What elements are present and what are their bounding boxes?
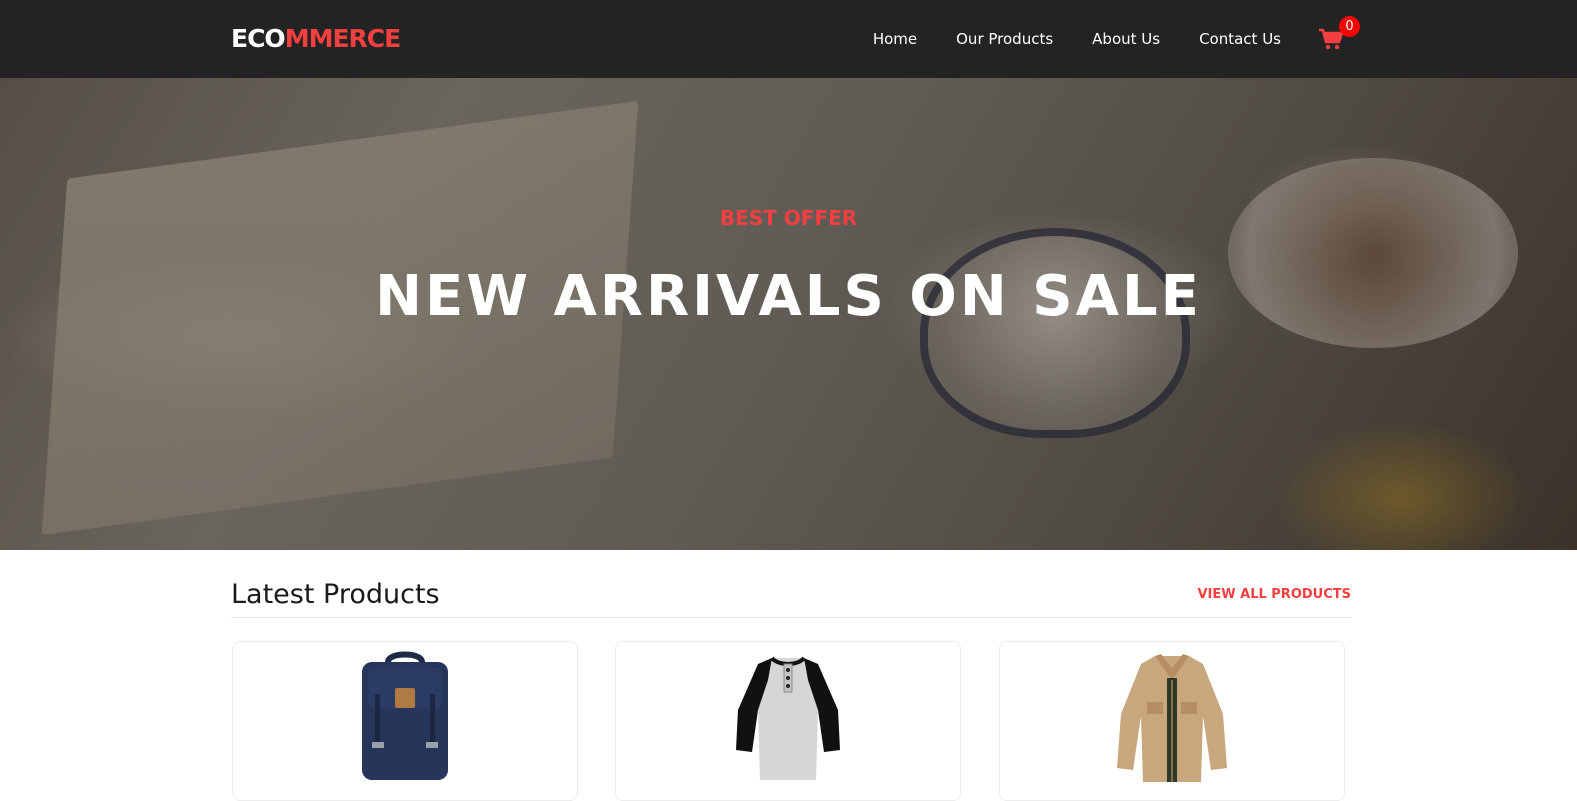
raglan-shirt-image	[736, 656, 840, 780]
product-card[interactable]	[232, 641, 578, 801]
brand-part-white: ECO	[231, 24, 286, 53]
brand-part-red: MMERCE	[284, 24, 402, 53]
brand-logo[interactable]: ECOMMERCE	[231, 24, 402, 54]
nav-our-products[interactable]: Our Products	[956, 28, 1053, 50]
view-all-products-link[interactable]: VIEW ALL PRODUCTS	[1197, 586, 1351, 604]
khaki-jacket-image	[1117, 654, 1227, 782]
cart-count-badge: 0	[1339, 16, 1360, 37]
product-card[interactable]	[615, 641, 961, 801]
backpack-image	[362, 651, 448, 780]
product-card[interactable]	[999, 641, 1345, 801]
nav-home[interactable]: Home	[873, 28, 917, 50]
cart-button[interactable]: 0	[1318, 16, 1360, 54]
hero-tagline: BEST OFFER	[719, 206, 858, 230]
nav-about-us[interactable]: About Us	[1092, 28, 1160, 50]
nav-contact-us[interactable]: Contact Us	[1199, 28, 1281, 50]
latest-products-header: Latest Products VIEW ALL PRODUCTS	[231, 576, 1351, 618]
hero-title: NEW ARRIVALS ON SALE	[375, 264, 1202, 329]
section-title: Latest Products	[231, 579, 440, 610]
nav-links: Home Our Products About Us Contact Us	[834, 28, 1281, 50]
hero-banner: BEST OFFER NEW ARRIVALS ON SALE	[0, 78, 1577, 550]
navbar: ECOMMERCE Home Our Products About Us Con…	[0, 0, 1577, 78]
